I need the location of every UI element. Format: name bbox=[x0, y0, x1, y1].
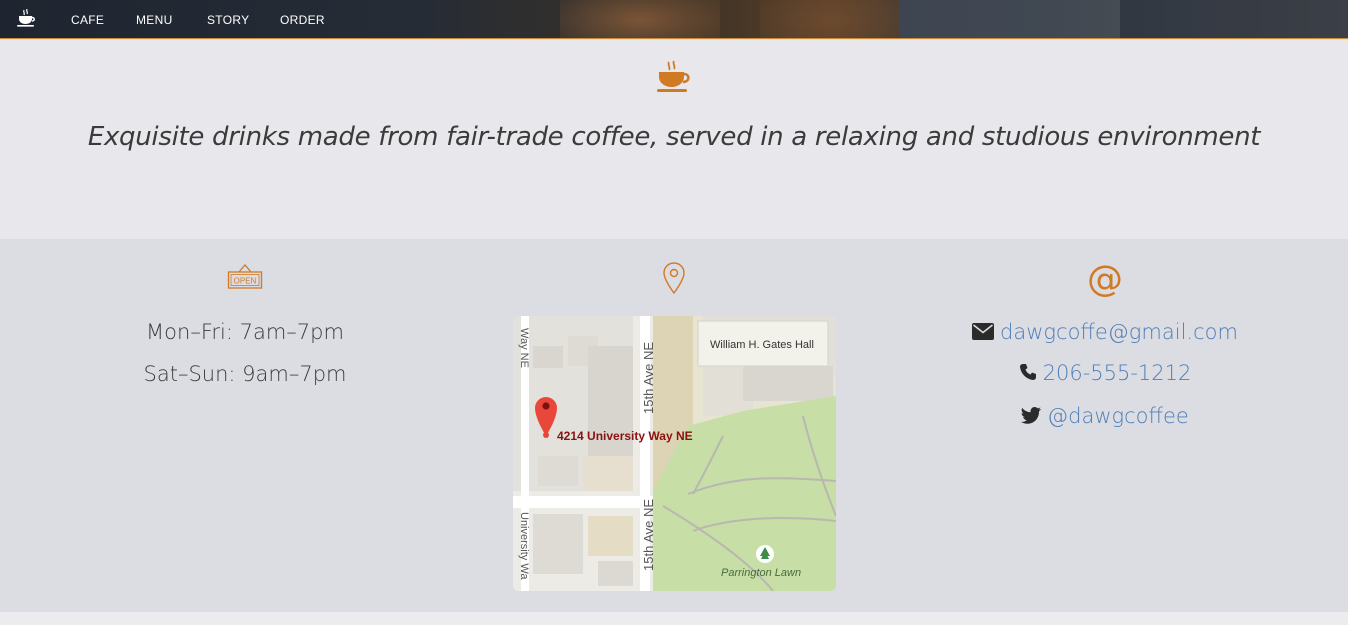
nav-item-cafe[interactable]: CAFE bbox=[71, 13, 104, 27]
hours-weekend: Sat–Sun: 9am–7pm bbox=[143, 362, 347, 386]
contact-twitter-row: @dawgcoffee bbox=[960, 404, 1250, 429]
envelope-icon bbox=[972, 321, 995, 345]
tagline-section: Exquisite drinks made from fair-trade co… bbox=[0, 40, 1348, 239]
email-link[interactable]: dawgcoffe@gmail.com bbox=[1000, 320, 1238, 344]
open-sign-icon: OPEN bbox=[227, 264, 263, 290]
map-label-way-bottom: University Wa bbox=[518, 512, 530, 580]
at-sign-icon: @ bbox=[1087, 259, 1123, 300]
nav-item-order[interactable]: ORDER bbox=[280, 13, 325, 27]
phone-icon bbox=[1019, 362, 1037, 386]
brand-coffee-cup-icon[interactable] bbox=[16, 8, 38, 27]
hero-photo-backdrop bbox=[560, 0, 720, 38]
open-sign-text: OPEN bbox=[234, 277, 257, 286]
map-label-park: Parrington Lawn bbox=[721, 567, 801, 579]
location-map[interactable]: William H. Gates Hall 15th Ave NE 15th A… bbox=[513, 316, 836, 591]
map-pin-icon bbox=[662, 261, 686, 295]
contact-email-row: dawgcoffe@gmail.com bbox=[960, 320, 1250, 345]
footer-strip bbox=[0, 612, 1348, 625]
contact-phone-row: 206-555-1212 bbox=[960, 361, 1250, 386]
map-label-building: William H. Gates Hall bbox=[710, 339, 814, 351]
twitter-icon bbox=[1021, 405, 1042, 429]
coffee-cup-icon bbox=[656, 60, 692, 94]
hero-photo-backdrop bbox=[900, 0, 1120, 38]
top-navbar: CAFE MENU STORY ORDER bbox=[0, 0, 1348, 39]
phone-link[interactable]: 206-555-1212 bbox=[1043, 361, 1192, 385]
map-label-way-top: Way NE bbox=[518, 328, 530, 368]
map-label-street-bottom: 15th Ave NE bbox=[641, 499, 656, 571]
hero-photo-backdrop bbox=[760, 0, 900, 38]
map-label-street-top: 15th Ave NE bbox=[641, 342, 656, 414]
nav-item-story[interactable]: STORY bbox=[207, 13, 249, 27]
twitter-link[interactable]: @dawgcoffee bbox=[1047, 404, 1189, 428]
hours-weekday: Mon–Fri: 7am–7pm bbox=[146, 320, 344, 344]
map-marker-label: 4214 University Way NE bbox=[557, 429, 693, 443]
info-section: OPEN Mon–Fri: 7am–7pm Sat–Sun: 9am–7pm W… bbox=[0, 239, 1348, 612]
tagline-text: Exquisite drinks made from fair-trade co… bbox=[87, 122, 1261, 152]
nav-item-menu[interactable]: MENU bbox=[136, 13, 173, 27]
